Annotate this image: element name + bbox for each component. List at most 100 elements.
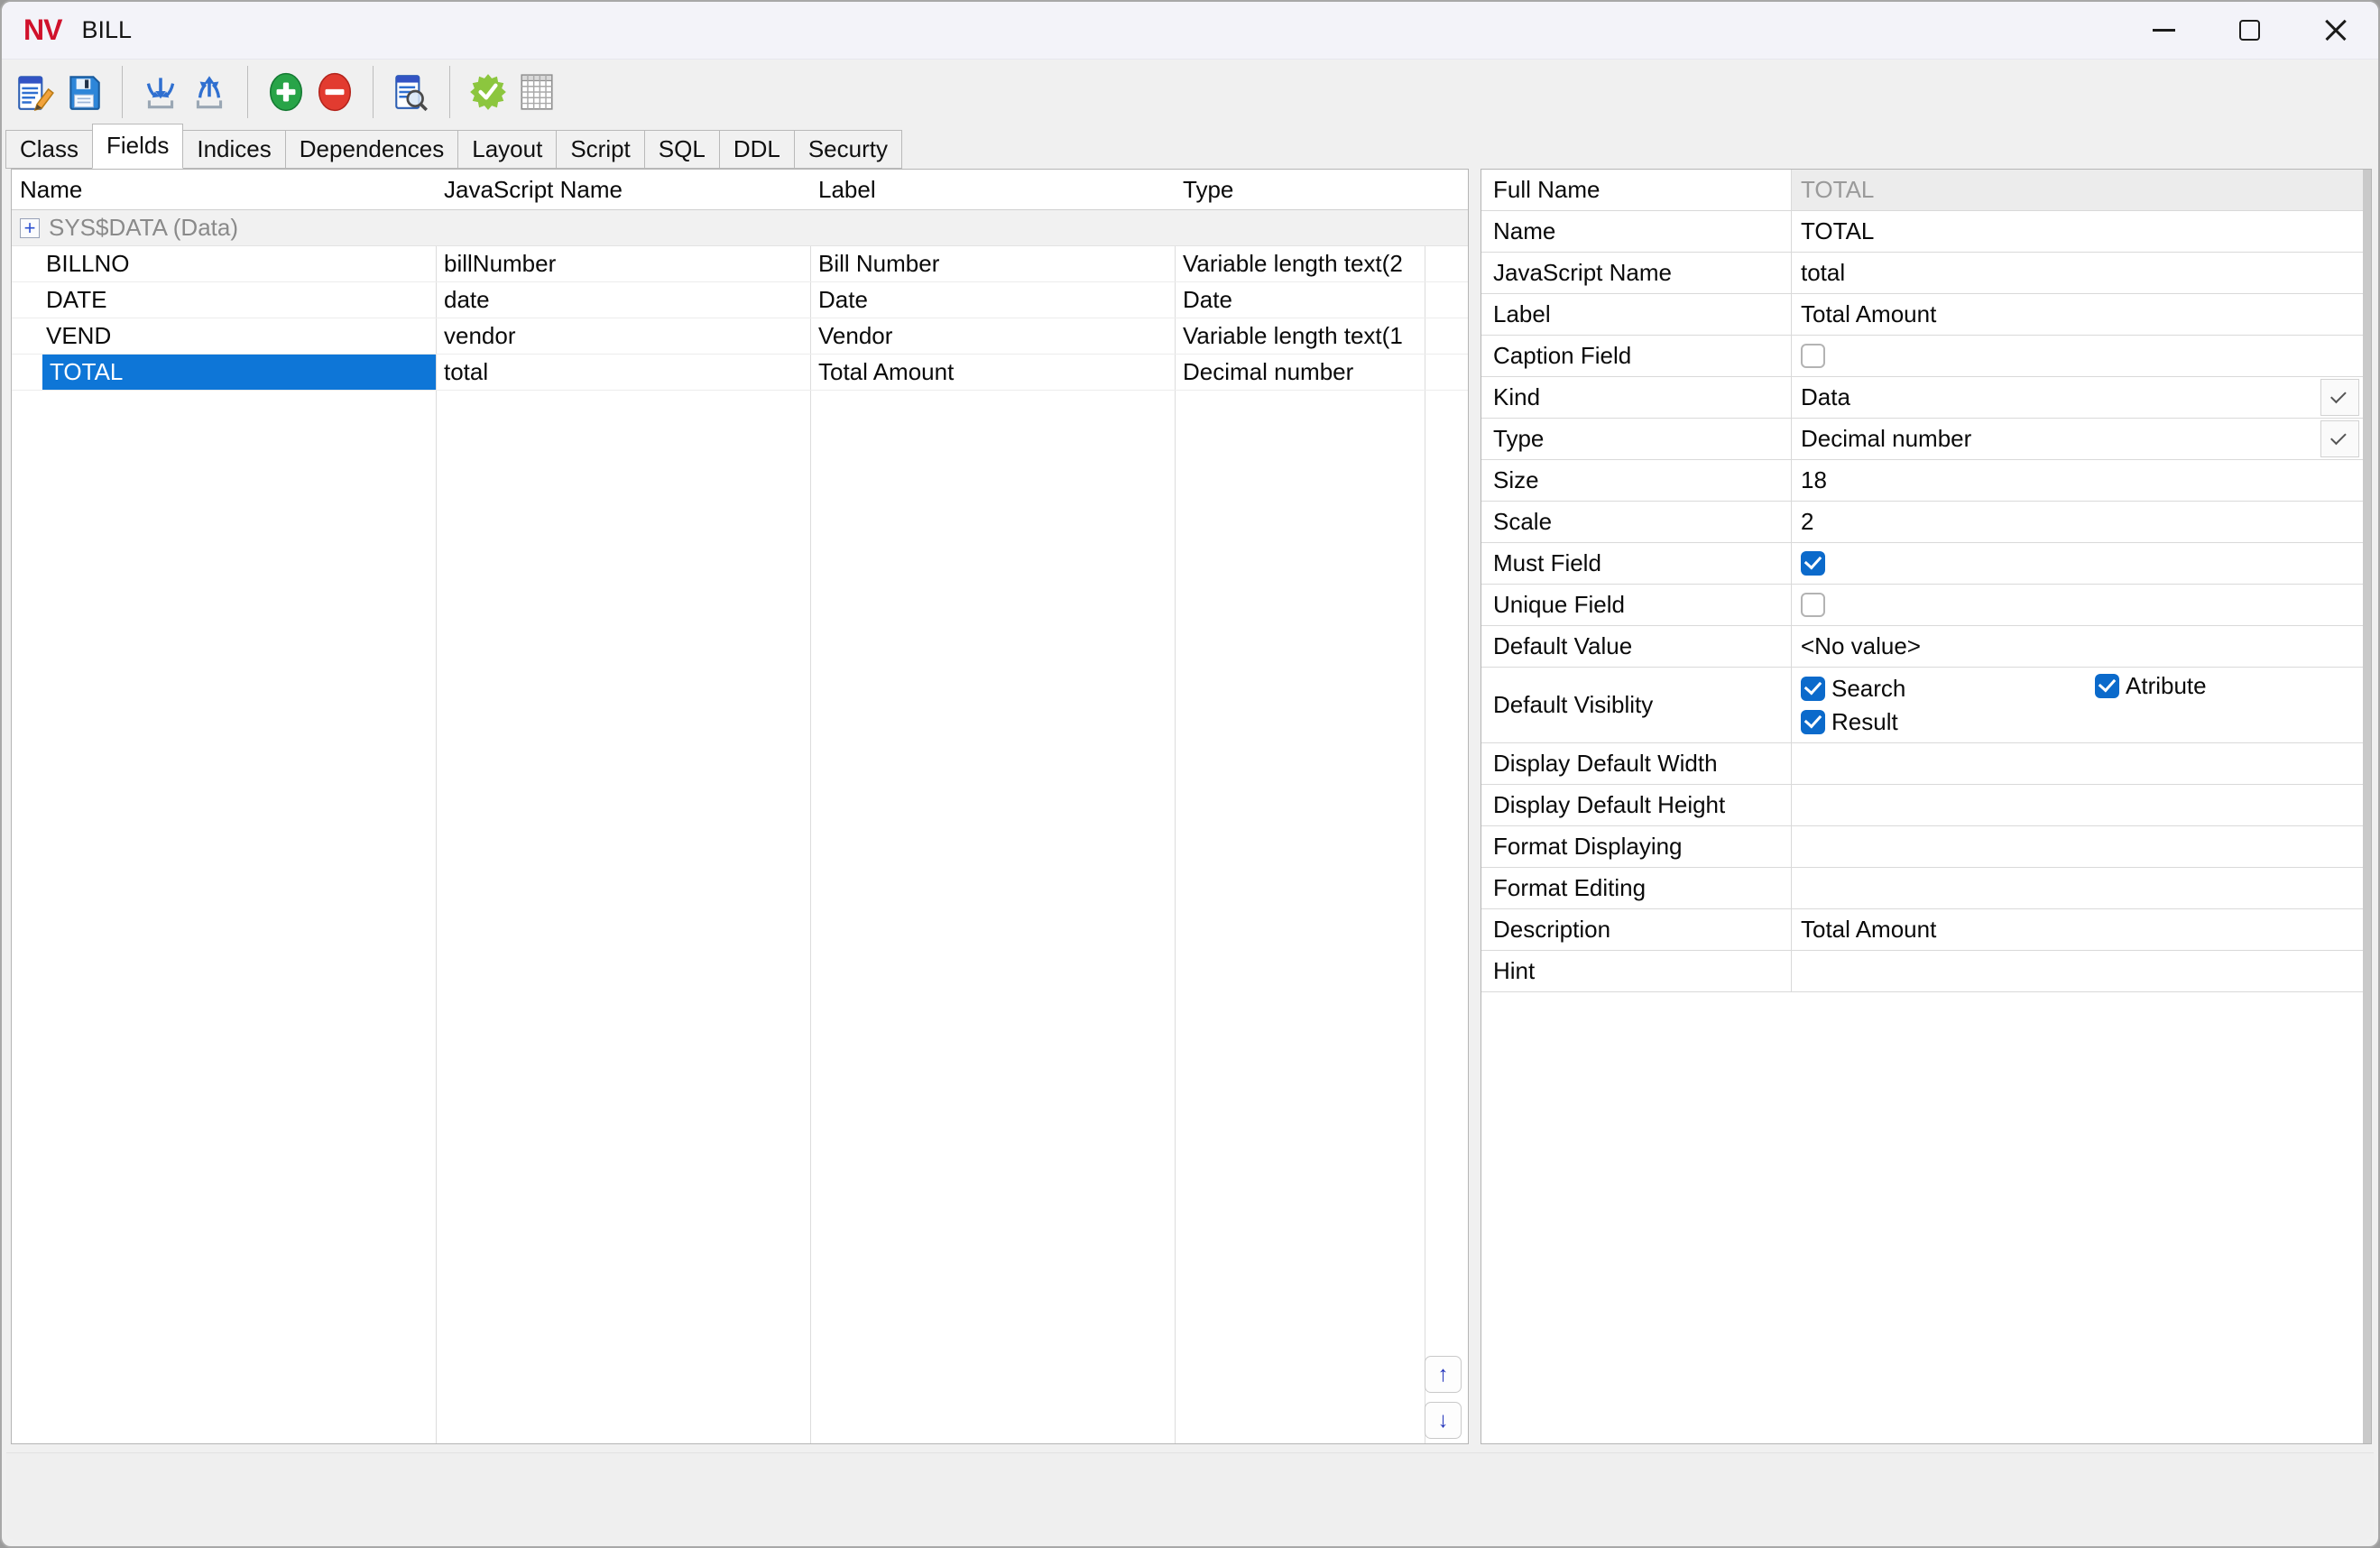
tab-layout[interactable]: Layout bbox=[457, 130, 557, 169]
tab-fields[interactable]: Fields bbox=[92, 124, 183, 169]
type-select[interactable]: Decimal number bbox=[1792, 419, 2371, 459]
property-label: Name bbox=[1481, 211, 1792, 252]
vertical-scrollbar[interactable] bbox=[2363, 170, 2371, 1443]
property-row-full-name: Full Name TOTAL bbox=[1481, 170, 2371, 211]
grid-view-button[interactable] bbox=[512, 67, 561, 117]
property-value-input[interactable]: TOTAL bbox=[1792, 211, 2371, 252]
minimize-button[interactable] bbox=[2121, 2, 2207, 60]
column-header-name[interactable]: Name bbox=[12, 170, 436, 209]
type-dropdown-button[interactable] bbox=[2320, 420, 2359, 457]
property-label: JavaScript Name bbox=[1481, 253, 1792, 293]
property-row-size: Size 18 bbox=[1481, 460, 2371, 502]
property-value-input[interactable] bbox=[1792, 951, 2371, 991]
unique-field-checkbox[interactable] bbox=[1801, 593, 1825, 617]
export-icon bbox=[189, 71, 230, 113]
selected-row-highlight[interactable]: TOTAL bbox=[42, 355, 436, 390]
must-field-checkbox[interactable] bbox=[1801, 551, 1825, 576]
cell-label[interactable]: Total Amount bbox=[810, 355, 1175, 390]
property-row-description: Description Total Amount bbox=[1481, 909, 2371, 951]
maximize-button[interactable] bbox=[2207, 2, 2292, 60]
property-row-default-visiblity: Default Visiblity Search Atribute Re bbox=[1481, 668, 2371, 743]
property-row-must-field: Must Field bbox=[1481, 543, 2371, 585]
toolbar-separator bbox=[247, 66, 248, 118]
result-checkbox[interactable] bbox=[1801, 710, 1825, 734]
cell-js-name[interactable]: vendor bbox=[436, 318, 810, 354]
tab-ddl[interactable]: DDL bbox=[719, 130, 795, 169]
atribute-checkbox[interactable] bbox=[2095, 674, 2119, 698]
column-header-extra bbox=[1425, 170, 1468, 209]
property-row-name: Name TOTAL bbox=[1481, 211, 2371, 253]
property-label: Hint bbox=[1481, 951, 1792, 991]
group-row-sysdata[interactable]: + SYS$DATA (Data) bbox=[12, 210, 1468, 246]
tab-class[interactable]: Class bbox=[5, 130, 93, 169]
remove-button[interactable] bbox=[310, 67, 359, 117]
property-value-input[interactable] bbox=[1792, 743, 2371, 784]
cell-name[interactable]: DATE bbox=[12, 282, 436, 318]
column-header-js-name[interactable]: JavaScript Name bbox=[436, 170, 810, 209]
cell-label[interactable]: Date bbox=[810, 282, 1175, 318]
cell-type[interactable]: Decimal number bbox=[1175, 355, 1425, 390]
property-value-input[interactable] bbox=[1792, 785, 2371, 825]
status-bar bbox=[6, 1452, 2374, 1540]
find-button[interactable] bbox=[387, 67, 436, 117]
save-button[interactable] bbox=[60, 67, 108, 117]
property-value-input[interactable]: <No value> bbox=[1792, 626, 2371, 667]
tab-securty[interactable]: Securty bbox=[794, 130, 902, 169]
arrow-up-icon: ↑ bbox=[1438, 1362, 1449, 1387]
property-label: Size bbox=[1481, 460, 1792, 501]
cell-type[interactable]: Variable length text(1 bbox=[1175, 318, 1425, 354]
properties-panel: Full Name TOTAL Name TOTAL JavaScript Na… bbox=[1481, 169, 2372, 1444]
toolbar-separator bbox=[373, 66, 374, 118]
cell-type[interactable]: Date bbox=[1175, 282, 1425, 318]
table-row-vend[interactable]: VEND vendor Vendor Variable length text(… bbox=[12, 318, 1468, 355]
cell-label[interactable]: Vendor bbox=[810, 318, 1175, 354]
table-row-billno[interactable]: BILLNO billNumber Bill Number Variable l… bbox=[12, 246, 1468, 282]
close-button[interactable] bbox=[2292, 2, 2378, 60]
cell-name[interactable]: TOTAL bbox=[12, 355, 436, 390]
property-value-input[interactable] bbox=[1792, 826, 2371, 867]
validate-button[interactable] bbox=[464, 67, 512, 117]
property-label: Unique Field bbox=[1481, 585, 1792, 625]
table-row-total-selected[interactable]: TOTAL total Total Amount Decimal number bbox=[12, 355, 1468, 391]
column-header-type[interactable]: Type bbox=[1175, 170, 1425, 209]
tab-script[interactable]: Script bbox=[556, 130, 644, 169]
import-button[interactable] bbox=[136, 67, 185, 117]
cell-name[interactable]: VEND bbox=[12, 318, 436, 354]
property-value-input[interactable]: 2 bbox=[1792, 502, 2371, 542]
property-row-default-value: Default Value <No value> bbox=[1481, 626, 2371, 668]
property-value-input[interactable]: Total Amount bbox=[1792, 294, 2371, 335]
property-label: Must Field bbox=[1481, 543, 1792, 584]
cell-js-name[interactable]: billNumber bbox=[436, 246, 810, 281]
tab-dependences[interactable]: Dependences bbox=[285, 130, 458, 169]
property-value-input[interactable]: total bbox=[1792, 253, 2371, 293]
arrow-down-icon: ↓ bbox=[1438, 1408, 1449, 1433]
expand-plus-icon[interactable]: + bbox=[20, 218, 40, 238]
property-value: TOTAL bbox=[1792, 170, 2371, 210]
property-value-input[interactable] bbox=[1792, 868, 2371, 908]
caption-field-checkbox[interactable] bbox=[1801, 344, 1825, 368]
property-value-input[interactable]: Total Amount bbox=[1792, 909, 2371, 950]
tab-indices[interactable]: Indices bbox=[182, 130, 285, 169]
cell-label[interactable]: Bill Number bbox=[810, 246, 1175, 281]
cell-js-name[interactable]: total bbox=[436, 355, 810, 390]
kind-select[interactable]: Data bbox=[1792, 377, 2371, 418]
search-checkbox[interactable] bbox=[1801, 677, 1825, 701]
tab-sql[interactable]: SQL bbox=[644, 130, 720, 169]
property-row-kind: Kind Data bbox=[1481, 377, 2371, 419]
move-down-button[interactable]: ↓ bbox=[1425, 1402, 1462, 1439]
column-header-label[interactable]: Label bbox=[810, 170, 1175, 209]
table-row-date[interactable]: DATE date Date Date bbox=[12, 282, 1468, 318]
kind-dropdown-button[interactable] bbox=[2320, 379, 2359, 416]
move-up-button[interactable]: ↑ bbox=[1425, 1356, 1462, 1393]
property-label: Description bbox=[1481, 909, 1792, 950]
cell-name[interactable]: BILLNO bbox=[12, 246, 436, 281]
result-checkbox-label: Result bbox=[1831, 708, 1898, 736]
add-button[interactable] bbox=[262, 67, 310, 117]
edit-button[interactable] bbox=[11, 67, 60, 117]
cell-type[interactable]: Variable length text(2 bbox=[1175, 246, 1425, 281]
export-button[interactable] bbox=[185, 67, 234, 117]
find-icon bbox=[391, 71, 432, 113]
cell-js-name[interactable]: date bbox=[436, 282, 810, 318]
property-row-format-displaying: Format Displaying bbox=[1481, 826, 2371, 868]
property-value-input[interactable]: 18 bbox=[1792, 460, 2371, 501]
